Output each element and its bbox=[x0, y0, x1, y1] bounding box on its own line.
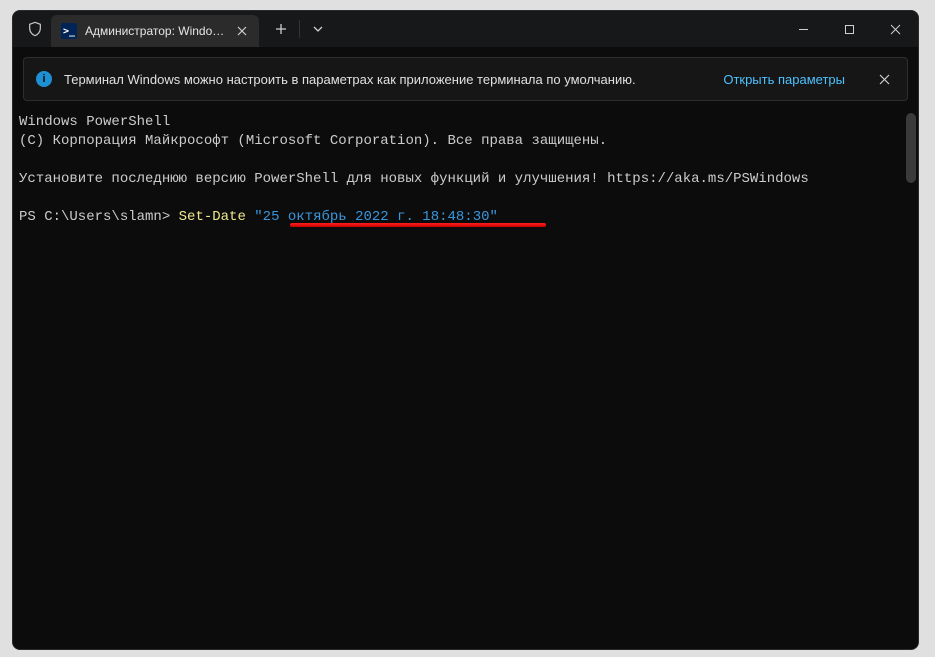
terminal-line: (C) Корпорация Майкрософт (Microsoft Cor… bbox=[19, 132, 912, 151]
tab-strip: >_ Администратор: Windows Po bbox=[51, 11, 259, 47]
scrollbar-thumb[interactable] bbox=[906, 113, 916, 183]
open-settings-link[interactable]: Открыть параметры bbox=[723, 72, 845, 87]
highlight-underline bbox=[290, 223, 546, 227]
tab-powershell[interactable]: >_ Администратор: Windows Po bbox=[51, 15, 259, 47]
terminal-line: Установите последнюю версию PowerShell д… bbox=[19, 170, 912, 189]
terminal-window: >_ Администратор: Windows Po bbox=[12, 10, 919, 650]
info-bar: i Терминал Windows можно настроить в пар… bbox=[23, 57, 908, 101]
info-close-button[interactable] bbox=[873, 68, 895, 90]
tab-title: Администратор: Windows Po bbox=[85, 24, 225, 38]
titlebar-drag-area[interactable] bbox=[336, 11, 780, 47]
tab-dropdown-button[interactable] bbox=[300, 11, 336, 47]
titlebar: >_ Администратор: Windows Po bbox=[13, 11, 918, 47]
space bbox=[246, 209, 254, 225]
close-button[interactable] bbox=[872, 11, 918, 47]
tab-close-button[interactable] bbox=[233, 22, 251, 40]
terminal-line bbox=[19, 151, 912, 170]
terminal-line: Windows PowerShell bbox=[19, 113, 912, 132]
powershell-icon: >_ bbox=[61, 23, 77, 39]
tab-actions bbox=[263, 11, 336, 47]
cmdlet-text: Set-Date bbox=[179, 209, 246, 225]
prompt-text: PS C:\Users\slamn> bbox=[19, 209, 179, 225]
window-controls bbox=[780, 11, 918, 47]
info-text: Терминал Windows можно настроить в парам… bbox=[64, 72, 711, 87]
new-tab-button[interactable] bbox=[263, 11, 299, 47]
shield-icon bbox=[19, 11, 51, 47]
minimize-button[interactable] bbox=[780, 11, 826, 47]
terminal-line bbox=[19, 189, 912, 208]
terminal-pane[interactable]: Windows PowerShell (C) Корпорация Майкро… bbox=[13, 111, 918, 649]
info-icon: i bbox=[36, 71, 52, 87]
maximize-button[interactable] bbox=[826, 11, 872, 47]
